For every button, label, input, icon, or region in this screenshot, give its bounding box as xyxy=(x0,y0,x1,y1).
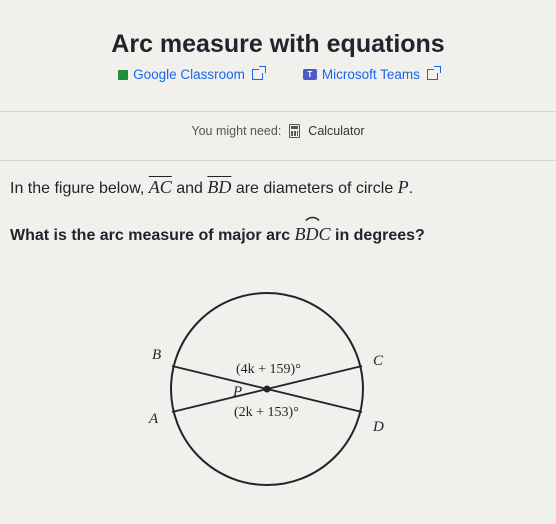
center-point xyxy=(263,385,271,393)
label-d: D xyxy=(372,419,384,435)
label-b: B xyxy=(152,347,161,363)
angle-top-label: (4k + 159)° xyxy=(236,362,301,377)
circle-figure: B C A D P (4k + 159)° (2k + 153)° xyxy=(148,292,384,486)
label-c: C xyxy=(373,353,384,369)
label-p: P xyxy=(232,384,242,400)
label-a: A xyxy=(148,411,159,427)
angle-bottom-label: (2k + 153)° xyxy=(234,405,299,420)
